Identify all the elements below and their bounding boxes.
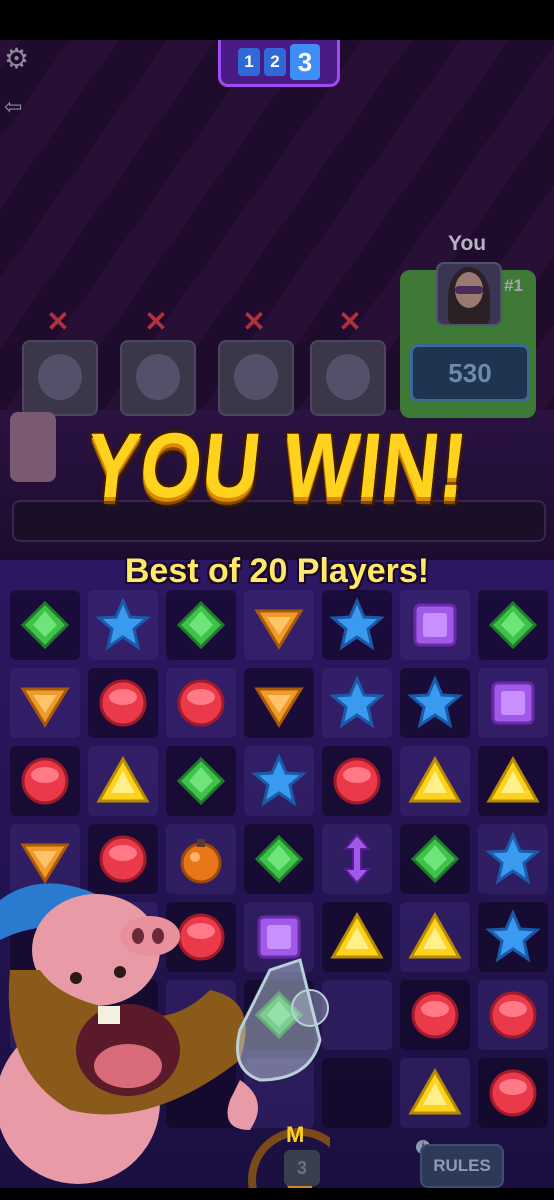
eliminated-x-icon: ✕	[338, 306, 362, 337]
yellow-triangle-icon	[330, 911, 384, 959]
yellow-triangle-icon	[486, 755, 540, 803]
red-circle-icon	[411, 991, 459, 1039]
yellow-triangle-icon	[96, 755, 150, 803]
blue-star-icon	[329, 675, 385, 729]
board-cell[interactable]	[322, 668, 392, 738]
blue-star-icon	[485, 831, 541, 885]
board-cell[interactable]	[166, 746, 236, 816]
board-cell[interactable]	[478, 1058, 548, 1128]
blue-star-icon	[485, 909, 541, 963]
board-cell[interactable]	[478, 668, 548, 738]
booster-counter[interactable]: 3	[284, 1150, 320, 1186]
player-score: 530	[410, 344, 530, 402]
orange-shield-icon	[20, 843, 70, 884]
navigation-bar	[0, 1188, 554, 1200]
orange-shield-icon	[20, 687, 70, 728]
opponent-avatar	[22, 340, 98, 416]
blue-star-icon	[329, 597, 385, 651]
purple-arrow-icon	[342, 833, 372, 885]
pirate-pig-character-icon: M	[0, 883, 330, 1200]
you-label: You	[448, 232, 487, 255]
board-cell[interactable]	[88, 668, 158, 738]
win-subtitle: Best of 20 Players!	[124, 552, 430, 590]
board-cell[interactable]	[400, 668, 470, 738]
yellow-triangle-icon	[408, 911, 462, 959]
exit-door-icon[interactable]: ⇦	[4, 94, 32, 122]
green-diamond-icon	[410, 834, 460, 884]
board-cell[interactable]	[478, 746, 548, 816]
board-cell[interactable]	[88, 746, 158, 816]
board-cell[interactable]	[166, 668, 236, 738]
board-cell[interactable]	[400, 902, 470, 972]
round-indicator: 1 2 3	[218, 40, 340, 87]
player-rank: #1	[504, 276, 523, 295]
board-cell[interactable]	[322, 746, 392, 816]
board-cell[interactable]	[322, 902, 392, 972]
green-diamond-icon	[254, 834, 304, 884]
svg-text:M: M	[286, 1122, 304, 1147]
blue-star-icon	[251, 753, 307, 807]
orange-shield-icon	[254, 687, 304, 728]
eliminated-x-icon: ✕	[144, 306, 168, 337]
green-diamond-icon	[176, 600, 226, 650]
board-cell[interactable]	[478, 980, 548, 1050]
eliminated-x-icon: ✕	[242, 306, 266, 337]
red-circle-icon	[489, 1069, 537, 1117]
green-diamond-icon	[176, 756, 226, 806]
board-cell[interactable]	[478, 902, 548, 972]
red-circle-icon	[21, 757, 69, 805]
round-2: 2	[264, 48, 286, 76]
opponent-avatar	[120, 340, 196, 416]
purple-square-icon	[413, 603, 457, 647]
board-cell[interactable]	[400, 590, 470, 660]
red-circle-icon	[99, 835, 147, 883]
board-cell[interactable]	[478, 824, 548, 894]
yellow-triangle-icon	[408, 1067, 462, 1115]
opponent-avatar	[218, 340, 294, 416]
status-bar	[0, 0, 554, 40]
rules-button[interactable]: RULES	[420, 1144, 504, 1188]
round-1: 1	[238, 48, 260, 76]
green-diamond-icon	[20, 600, 70, 650]
board-cell[interactable]	[10, 746, 80, 816]
board-cell[interactable]	[88, 590, 158, 660]
blue-star-icon	[407, 675, 463, 729]
bomb-icon	[180, 839, 222, 884]
board-cell[interactable]	[322, 590, 392, 660]
board-cell[interactable]	[322, 824, 392, 894]
red-circle-icon	[177, 679, 225, 727]
board-cell[interactable]	[244, 668, 314, 738]
blue-star-icon	[95, 597, 151, 651]
win-title: YOU WIN!	[81, 415, 473, 517]
red-circle-icon	[489, 991, 537, 1039]
board-cell[interactable]	[322, 980, 392, 1050]
red-circle-icon	[99, 679, 147, 727]
board-cell[interactable]	[166, 590, 236, 660]
board-cell[interactable]	[400, 980, 470, 1050]
eliminated-x-icon: ✕	[46, 306, 70, 337]
opponent-avatar	[310, 340, 386, 416]
board-cell[interactable]	[478, 590, 548, 660]
green-diamond-icon	[488, 600, 538, 650]
settings-gear-icon[interactable]: ⚙	[4, 44, 34, 74]
round-3-current: 3	[290, 44, 320, 80]
orange-shield-icon	[254, 609, 304, 650]
red-circle-icon	[333, 757, 381, 805]
board-cell[interactable]	[400, 746, 470, 816]
yellow-triangle-icon	[408, 755, 462, 803]
board-cell[interactable]	[322, 1058, 392, 1128]
board-cell[interactable]	[400, 1058, 470, 1128]
board-cell[interactable]	[244, 746, 314, 816]
board-cell[interactable]	[10, 590, 80, 660]
purple-square-icon	[491, 681, 535, 725]
board-cell[interactable]	[400, 824, 470, 894]
player-avatar	[436, 262, 502, 326]
board-cell[interactable]	[244, 590, 314, 660]
board-cell[interactable]	[10, 668, 80, 738]
